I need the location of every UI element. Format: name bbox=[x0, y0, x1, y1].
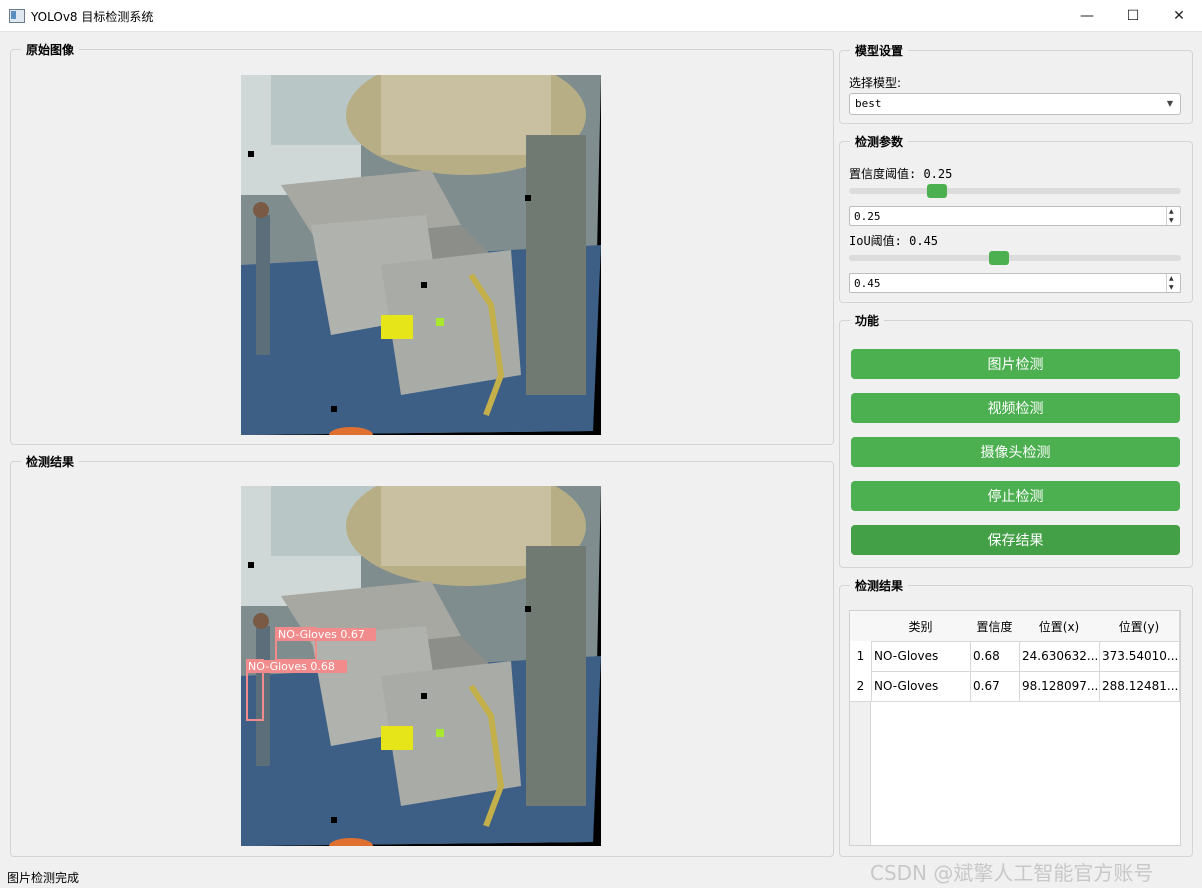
detect-params-title: 检测参数 bbox=[850, 133, 909, 150]
video-detect-button[interactable]: 视频检测 bbox=[851, 393, 1180, 423]
stop-detect-button[interactable]: 停止检测 bbox=[851, 481, 1180, 511]
iou-threshold-spinbox[interactable]: 0.45 ▲ ▼ bbox=[849, 273, 1181, 293]
conf-threshold-label: 置信度阈值: 0.25 bbox=[849, 167, 953, 181]
model-settings-title: 模型设置 bbox=[850, 42, 909, 59]
model-select-value: best bbox=[855, 97, 882, 110]
detection-label-2: NO-Gloves 0.67 bbox=[278, 628, 365, 641]
table-cell[interactable]: NO-Gloves bbox=[871, 671, 971, 702]
spin-down-icon[interactable]: ▼ bbox=[1169, 217, 1174, 224]
detection-label-1: NO-Gloves 0.68 bbox=[248, 660, 335, 673]
column-header-class[interactable]: 类别 bbox=[871, 611, 971, 642]
table-cell[interactable]: 288.12481... bbox=[1099, 671, 1180, 702]
iou-slider-handle[interactable] bbox=[989, 251, 1009, 265]
spin-up-icon[interactable]: ▲ bbox=[1169, 275, 1174, 282]
table-cell[interactable]: 24.630632... bbox=[1019, 641, 1100, 672]
table-cell[interactable]: 0.67 bbox=[970, 671, 1020, 702]
close-button[interactable]: ✕ bbox=[1156, 0, 1202, 31]
image-detect-button[interactable]: 图片检测 bbox=[851, 349, 1180, 379]
table-cell[interactable]: 0.68 bbox=[970, 641, 1020, 672]
table-cell[interactable]: 373.54010... bbox=[1099, 641, 1180, 672]
original-image-title: 原始图像 bbox=[21, 41, 80, 58]
row-header[interactable]: 2 bbox=[850, 671, 872, 702]
results-table[interactable]: 类别 置信度 位置(x) 位置(y) 1 NO-Gloves 0.68 24.6… bbox=[849, 610, 1181, 846]
table-corner[interactable] bbox=[850, 611, 872, 642]
chevron-down-icon: ▼ bbox=[1166, 99, 1173, 108]
app-icon bbox=[9, 9, 25, 23]
window-title: YOLOv8 目标检测系统 bbox=[31, 10, 154, 24]
table-cell[interactable]: NO-Gloves bbox=[871, 641, 971, 672]
row-header[interactable]: 1 bbox=[850, 641, 872, 672]
result-image: NO-Gloves 0.67 NO-Gloves 0.68 bbox=[241, 486, 601, 846]
maximize-button[interactable]: ☐ bbox=[1110, 0, 1156, 31]
column-header-y[interactable]: 位置(y) bbox=[1099, 611, 1180, 642]
conf-slider-handle[interactable] bbox=[927, 184, 947, 198]
column-header-confidence[interactable]: 置信度 bbox=[970, 611, 1020, 642]
iou-threshold-slider[interactable] bbox=[849, 251, 1181, 265]
minimize-button[interactable]: — bbox=[1064, 0, 1110, 31]
column-header-x[interactable]: 位置(x) bbox=[1019, 611, 1100, 642]
results-title: 检测结果 bbox=[850, 577, 909, 594]
conf-threshold-slider[interactable] bbox=[849, 184, 1181, 198]
spin-down-icon[interactable]: ▼ bbox=[1169, 284, 1174, 291]
spin-up-icon[interactable]: ▲ bbox=[1169, 208, 1174, 215]
table-cell[interactable]: 98.128097... bbox=[1019, 671, 1100, 702]
title-bar: YOLOv8 目标检测系统 — ☐ ✕ bbox=[0, 0, 1202, 32]
model-select[interactable]: best ▼ bbox=[849, 93, 1181, 115]
conf-threshold-spinbox[interactable]: 0.25 ▲ ▼ bbox=[849, 206, 1181, 226]
conf-spinbox-value: 0.25 bbox=[854, 210, 881, 223]
result-image-title: 检测结果 bbox=[21, 453, 80, 470]
model-select-label: 选择模型: bbox=[849, 76, 902, 90]
functions-title: 功能 bbox=[850, 312, 885, 329]
iou-threshold-label: IoU阈值: 0.45 bbox=[849, 234, 939, 248]
watermark-text: CSDN @斌擎人工智能官方账号 bbox=[870, 861, 1154, 885]
status-bar-text: 图片检测完成 bbox=[7, 871, 80, 885]
iou-spinbox-value: 0.45 bbox=[854, 277, 881, 290]
camera-detect-button[interactable]: 摄像头检测 bbox=[851, 437, 1180, 467]
save-result-button[interactable]: 保存结果 bbox=[851, 525, 1180, 555]
original-image bbox=[241, 75, 601, 435]
